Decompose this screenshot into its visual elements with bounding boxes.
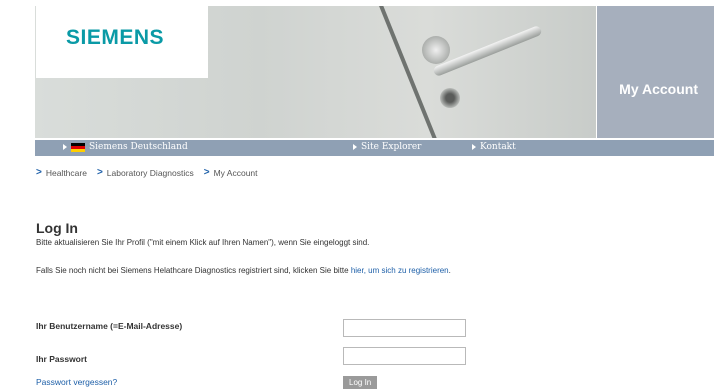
profile-info-text: Bitte aktualisieren Sie Ihr Profil ("mit… [36,238,370,247]
door-handle-base-graphic [422,36,450,64]
login-button[interactable]: Log In [343,376,378,389]
logo-divider [48,64,208,66]
siemens-logo[interactable]: SIEMENS [66,26,164,50]
register-text: Falls Sie noch nicht bei Siemens Helathc… [36,266,351,275]
nav-item-label: Kontakt [480,142,516,152]
page-title: Log In [36,220,78,236]
section-title-panel: My Account [597,6,714,138]
password-input[interactable] [343,347,466,365]
breadcrumb-healthcare[interactable]: > Healthcare [36,167,87,178]
forgot-password-link[interactable]: Passwort vergessen? [36,377,117,387]
door-lock-graphic [440,88,460,108]
chevron-right-icon: > [96,167,103,178]
nav-arrow-icon [63,144,67,150]
register-info-text: Falls Sie noch nicht bei Siemens Helathc… [36,264,536,278]
nav-item-label: Site Explorer [361,142,422,152]
breadcrumb-laboratory-diagnostics[interactable]: > Laboratory Diagnostics [97,167,194,178]
username-label: Ihr Benutzername (=E-Mail-Adresse) [36,321,183,331]
door-edge-graphic [375,6,443,138]
nav-item-siemens-deutschland[interactable]: Siemens Deutschland [63,142,188,152]
section-title: My Account [619,81,698,97]
username-input[interactable] [343,319,466,337]
nav-item-kontakt[interactable]: Kontakt [472,142,516,152]
breadcrumb-label: Healthcare [45,167,87,178]
breadcrumb-my-account[interactable]: > My Account [204,167,258,178]
top-navigation-bar: Siemens Deutschland Site Explorer Kontak… [35,140,714,156]
password-label: Ihr Passwort [36,354,88,364]
register-link[interactable]: hier, um sich zu registrieren [351,266,449,275]
chevron-right-icon: > [203,167,210,178]
breadcrumb: > Healthcare > Laboratory Diagnostics > … [36,167,258,178]
nav-arrow-icon [353,144,357,150]
nav-arrow-icon [472,144,476,150]
nav-item-label: Siemens Deutschland [89,142,188,152]
breadcrumb-label: Laboratory Diagnostics [106,167,194,178]
chevron-right-icon: > [36,167,42,178]
nav-item-site-explorer[interactable]: Site Explorer [353,142,421,152]
breadcrumb-label: My Account [213,167,258,178]
german-flag-icon [71,142,85,152]
register-text-end: . [448,266,451,275]
